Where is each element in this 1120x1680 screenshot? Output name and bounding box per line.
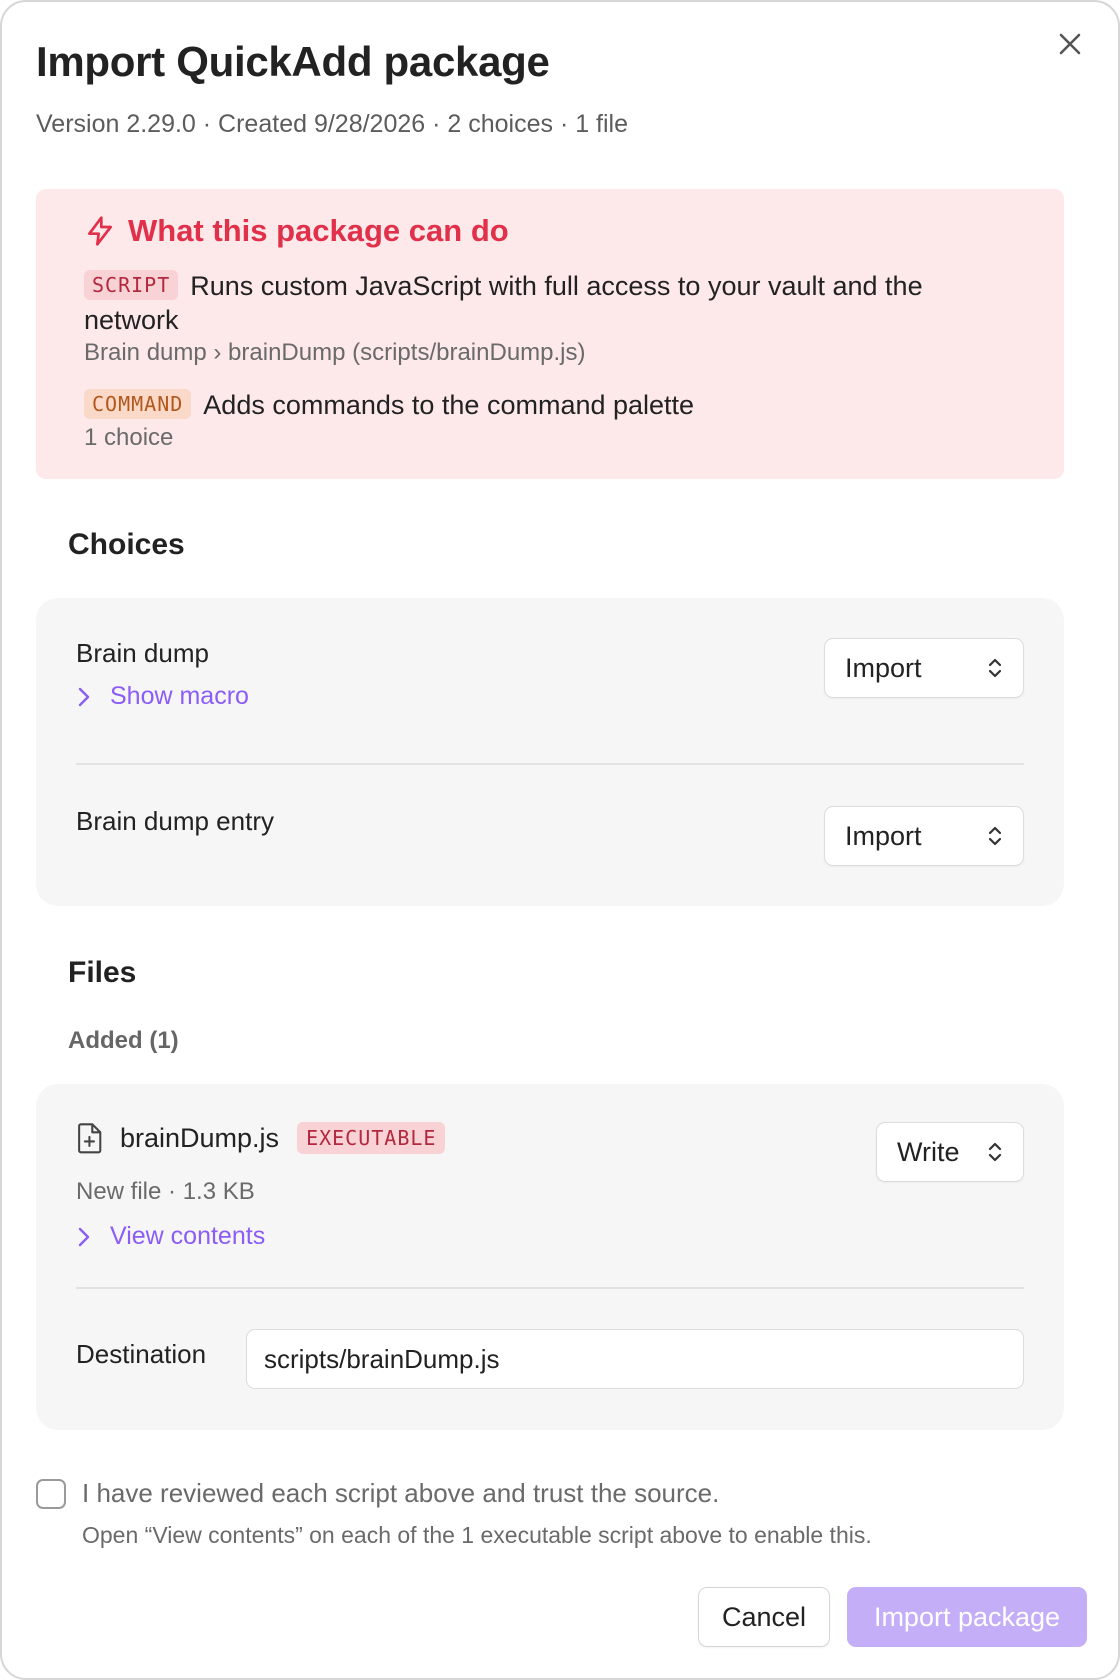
dialog-title: Import QuickAdd package	[36, 38, 550, 85]
trust-confirmation: I have reviewed each script above and tr…	[36, 1478, 719, 1509]
files-heading: Files	[68, 956, 137, 989]
import-package-button[interactable]: Import package	[847, 1587, 1087, 1647]
show-macro-label: Show macro	[110, 682, 249, 710]
capability-description: Runs custom JavaScript with full access …	[84, 271, 923, 335]
file-title-row: brainDump.js EXECUTABLE	[76, 1122, 446, 1154]
file-action-value: Write	[897, 1136, 960, 1167]
file-plus-icon	[78, 1123, 102, 1154]
choice-action-value: Import	[845, 652, 922, 683]
script-badge: SCRIPT	[84, 270, 179, 300]
choice-divider	[76, 763, 1024, 765]
chevron-updown-icon	[988, 658, 1002, 678]
lightning-icon	[88, 216, 112, 246]
choices-heading: Choices	[68, 528, 185, 561]
cancel-button[interactable]: Cancel	[698, 1587, 830, 1647]
file-meta: New file · 1.3 KB	[76, 1178, 255, 1205]
files-card: brainDump.js EXECUTABLE New file · 1.3 K…	[36, 1084, 1064, 1430]
close-icon	[1059, 33, 1081, 55]
trust-checkbox[interactable]	[36, 1478, 66, 1509]
capability-detail: Brain dump › brainDump (scripts/brainDum…	[84, 339, 586, 366]
view-contents-toggle[interactable]: View contents	[76, 1222, 265, 1251]
capability-script: SCRIPT Runs custom JavaScript with full a…	[84, 269, 984, 337]
show-macro-toggle[interactable]: Show macro	[76, 682, 249, 711]
capability-command: COMMAND Adds commands to the command pale…	[84, 388, 984, 422]
package-meta: Version 2.29.0 · Created 9/28/2026 · 2 c…	[36, 110, 629, 138]
chevron-updown-icon	[988, 1142, 1002, 1162]
command-badge: COMMAND	[84, 389, 192, 419]
file-action-select[interactable]: Write	[876, 1122, 1024, 1182]
choice-action-value: Import	[845, 820, 922, 851]
trust-label: I have reviewed each script above and tr…	[82, 1478, 720, 1508]
chevron-updown-icon	[988, 826, 1002, 846]
destination-label: Destination	[76, 1339, 207, 1369]
capability-description: Adds commands to the command palette	[203, 390, 695, 420]
chevron-right-icon	[78, 1227, 90, 1246]
choice-action-select[interactable]: Import	[824, 806, 1024, 866]
choice-name: Brain dump	[76, 638, 209, 668]
added-subheading: Added (1)	[68, 1027, 179, 1054]
executable-badge: EXECUTABLE	[297, 1122, 446, 1154]
choice-name: Brain dump entry	[76, 806, 274, 836]
capabilities-warning: What this package can do SCRIPT Runs cust…	[36, 189, 1064, 479]
chevron-right-icon	[78, 687, 90, 706]
choice-action-select[interactable]: Import	[824, 638, 1024, 698]
close-button[interactable]	[1052, 26, 1088, 62]
file-name: brainDump.js	[120, 1122, 280, 1153]
trust-help-text: Open “View contents” on each of the 1 ex…	[82, 1522, 872, 1548]
destination-input[interactable]	[246, 1329, 1024, 1389]
file-divider	[76, 1287, 1024, 1289]
import-package-dialog: Import QuickAdd package Version 2.29.0 ·…	[0, 0, 1120, 1680]
capabilities-heading: What this package can do	[84, 213, 509, 249]
choices-card: Brain dump Show macro Import Brain dump …	[36, 598, 1064, 906]
capabilities-title: What this package can do	[128, 213, 509, 248]
capability-detail: 1 choice	[84, 424, 174, 451]
view-contents-label: View contents	[110, 1222, 266, 1250]
